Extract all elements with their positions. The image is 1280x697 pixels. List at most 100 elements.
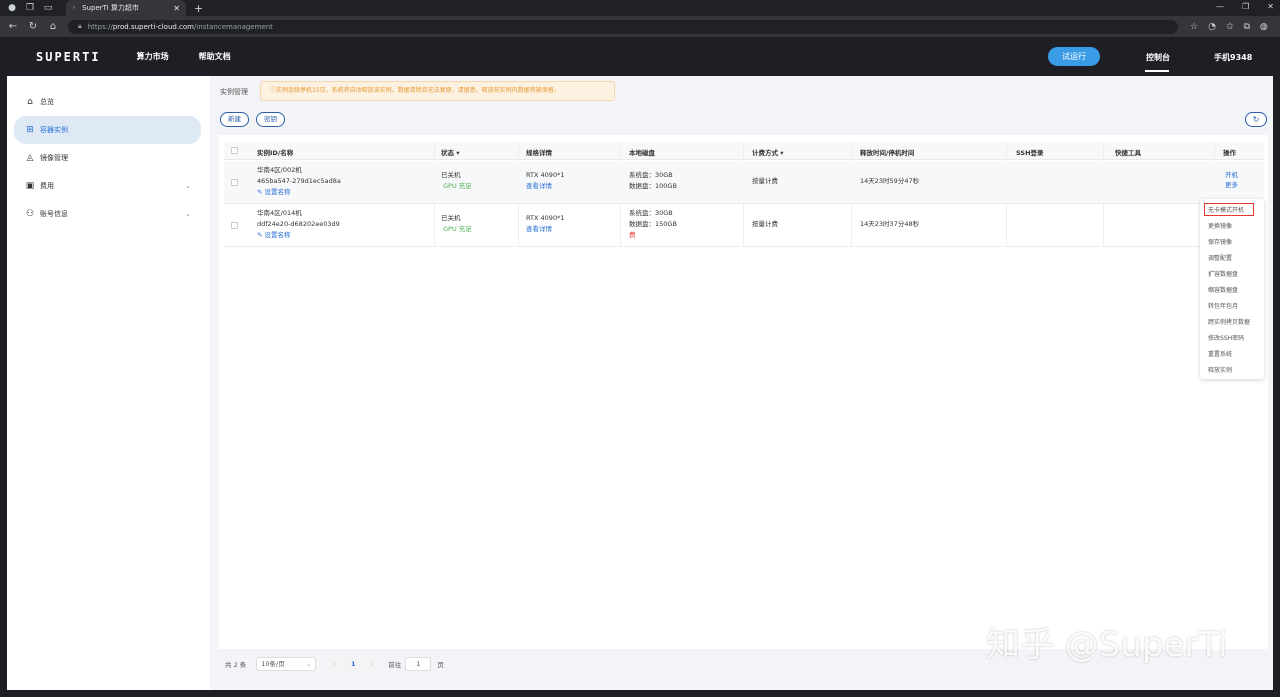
table-header: 实例ID/名称 状态 ▾ 规格详情 本地磁盘 计费方式 ▾ 释放时间/停机时间 … <box>224 142 1264 160</box>
lock-icon[interactable]: 🔒︎ <box>78 22 82 31</box>
sidebar-item-account[interactable]: ⚇ 账号信息 ⌄ <box>14 200 201 228</box>
menu-item-change-image[interactable]: 更换镜像 <box>1208 221 1232 230</box>
star-icon[interactable]: ☆ <box>1190 22 1198 32</box>
browser-toolbar: ← ↻ ⌂ 🔒︎ https://prod.superti-cloud.com /… <box>0 16 1280 37</box>
home-icon[interactable]: ⌂ <box>46 21 60 32</box>
profile-icon[interactable]: ● <box>6 2 18 14</box>
sidebar: ⌂ 总览 ⊞ 容器实例 ◬ 镜像管理 ▣ 费用 ⌄ ⚇ 账号信息 ⌄ <box>7 76 210 690</box>
col-billing[interactable]: 计费方式 ▾ <box>752 147 784 157</box>
instance-id: 465ba547-279d1ec5ad8a <box>257 177 341 185</box>
spec-details-link[interactable]: 查看详情 <box>526 224 552 235</box>
spec-details-link[interactable]: 查看详情 <box>526 181 552 192</box>
chevron-down-icon: ⌄ <box>305 660 312 668</box>
keys-button[interactable]: 密钥 <box>256 112 285 127</box>
console-link[interactable]: 控制台 <box>1146 52 1170 63</box>
layers-icon: ◬ <box>26 153 34 163</box>
sidebar-item-billing[interactable]: ▣ 费用 ⌄ <box>14 172 201 200</box>
reload-icon[interactable]: ↻ <box>26 21 40 32</box>
tab-title: SuperTi 算力超市 <box>82 4 139 12</box>
col-spec: 规格详情 <box>526 149 552 157</box>
sidebar-item-instances[interactable]: ⊞ 容器实例 <box>14 116 201 144</box>
menu-item-cardless-boot[interactable]: 无卡模式开机 <box>1208 205 1244 214</box>
menu-item-release[interactable]: 释放实例 <box>1208 365 1232 374</box>
col-tools: 快捷工具 <box>1115 149 1141 157</box>
menu-item-resize[interactable]: 调整配置 <box>1208 253 1232 262</box>
tab-actions-icon[interactable]: ▭ <box>42 2 54 14</box>
menu-item-shrink-disk[interactable]: 缩容数据盘 <box>1208 285 1238 294</box>
disk-data: 数据盘：150GB <box>629 220 677 228</box>
app-header: SUPERTI 算力市场 帮助文档 试运行 控制台 手机9348 <box>0 37 1280 76</box>
new-tab-icon[interactable]: + <box>194 2 203 15</box>
sidebar-item-images[interactable]: ◬ 镜像管理 <box>14 144 201 172</box>
status-text: 已关机 <box>441 214 461 222</box>
favicon-icon: ◦ <box>72 4 77 12</box>
url-scheme: https:// <box>87 22 113 31</box>
menu-item-expand-disk[interactable]: 扩容数据盘 <box>1208 269 1238 278</box>
sort-icon[interactable]: ▾ <box>780 149 783 157</box>
sidebar-item-label: 账号信息 <box>40 210 68 218</box>
bill-icon: ▣ <box>25 181 35 191</box>
page-unit: 页 <box>437 661 444 669</box>
disk-system: 系统盘：30GB <box>629 171 673 179</box>
menu-item-monthly[interactable]: 转包年包月 <box>1208 301 1238 310</box>
rename-link[interactable]: ✎ 设置名称 <box>257 187 291 198</box>
disk-data: 数据盘：100GB <box>629 182 677 190</box>
bottom-strip <box>0 690 1280 697</box>
favorites-icon[interactable]: ✩ <box>1226 22 1234 32</box>
more-actions-button[interactable]: 更多 <box>1225 180 1238 191</box>
minimize-icon[interactable]: — <box>1216 2 1224 11</box>
row-checkbox[interactable] <box>231 179 238 186</box>
extensions-icon[interactable]: ◍ <box>1260 22 1268 32</box>
window-controls: — ❐ ✕ <box>1216 2 1274 11</box>
collections-icon[interactable]: ⧉ <box>1243 22 1249 32</box>
nav-docs[interactable]: 帮助文档 <box>199 51 231 62</box>
select-all-checkbox[interactable] <box>231 147 238 154</box>
workspaces-icon[interactable]: ❐ <box>24 2 36 14</box>
menu-item-reset-system[interactable]: 重置系统 <box>1208 349 1232 358</box>
left-edge <box>0 76 7 690</box>
close-window-icon[interactable]: ✕ <box>1267 2 1274 11</box>
spec-text: RTX 4090*1 <box>526 171 565 179</box>
console-active-indicator <box>1145 70 1169 72</box>
goto-label: 前往 <box>388 661 402 669</box>
sort-icon[interactable]: ▾ <box>456 149 459 157</box>
rename-link[interactable]: ✎ 设置名称 <box>257 230 291 241</box>
try-run-button[interactable]: 试运行 <box>1048 47 1100 66</box>
goto-page-input[interactable]: 1 <box>405 657 432 671</box>
col-status[interactable]: 状态 ▾ <box>441 147 460 157</box>
back-icon[interactable]: ← <box>6 21 20 32</box>
refresh-page-icon[interactable]: ◔ <box>1208 22 1216 32</box>
edit-icon: ✎ <box>257 188 265 196</box>
row-checkbox[interactable] <box>231 222 238 229</box>
prev-page-button[interactable]: ‹ <box>328 657 342 671</box>
user-account[interactable]: 手机9348 <box>1214 52 1252 63</box>
browser-tabbar: ● ❐ ▭ ◦ SuperTi 算力超市 ✕ + — ❐ ✕ <box>0 0 1280 16</box>
breadcrumb: 实例管理 <box>220 88 248 96</box>
refresh-button[interactable]: ↻ <box>1245 112 1267 127</box>
billing-mode: 按量计费 <box>752 177 778 185</box>
menu-item-save-image[interactable]: 保存镜像 <box>1208 237 1232 246</box>
browser-tab-active[interactable]: ◦ SuperTi 算力超市 ✕ <box>66 0 186 16</box>
new-instance-button[interactable]: 新建 <box>220 112 249 127</box>
table-row: 华南4区/002机 465ba547-279d1ec5ad8a ✎ 设置名称 已… <box>224 161 1264 204</box>
col-actions: 操作 <box>1223 149 1236 157</box>
close-icon[interactable]: ✕ <box>173 4 180 13</box>
col-ssh: SSH登录 <box>1016 149 1044 157</box>
instance-region: 华南4区/014机 <box>257 209 302 217</box>
col-disk: 本地磁盘 <box>629 149 655 157</box>
menu-item-ssh-password[interactable]: 修改SSH密码 <box>1208 333 1244 342</box>
menu-item-copy-data[interactable]: 跨实例拷贝数据 <box>1208 317 1250 326</box>
logo[interactable]: SUPERTI <box>36 50 101 64</box>
billing-mode: 按量计费 <box>752 220 778 228</box>
address-bar[interactable]: 🔒︎ https://prod.superti-cloud.com/instan… <box>68 19 1178 34</box>
user-icon: ⚇ <box>25 209 35 219</box>
restore-icon[interactable]: ❐ <box>1242 2 1249 11</box>
watermark: 知乎 @SuperTi <box>986 625 1228 665</box>
sidebar-item-overview[interactable]: ⌂ 总览 <box>14 88 201 116</box>
page-size-select[interactable]: 10条/页 ⌄ <box>256 657 317 671</box>
next-page-button[interactable]: › <box>365 657 379 671</box>
status-text: 已关机 <box>441 171 461 179</box>
page-number-current[interactable]: 1 <box>344 657 363 671</box>
nav-market[interactable]: 算力市场 <box>137 51 169 62</box>
chevron-down-icon: ⌄ <box>185 182 191 190</box>
